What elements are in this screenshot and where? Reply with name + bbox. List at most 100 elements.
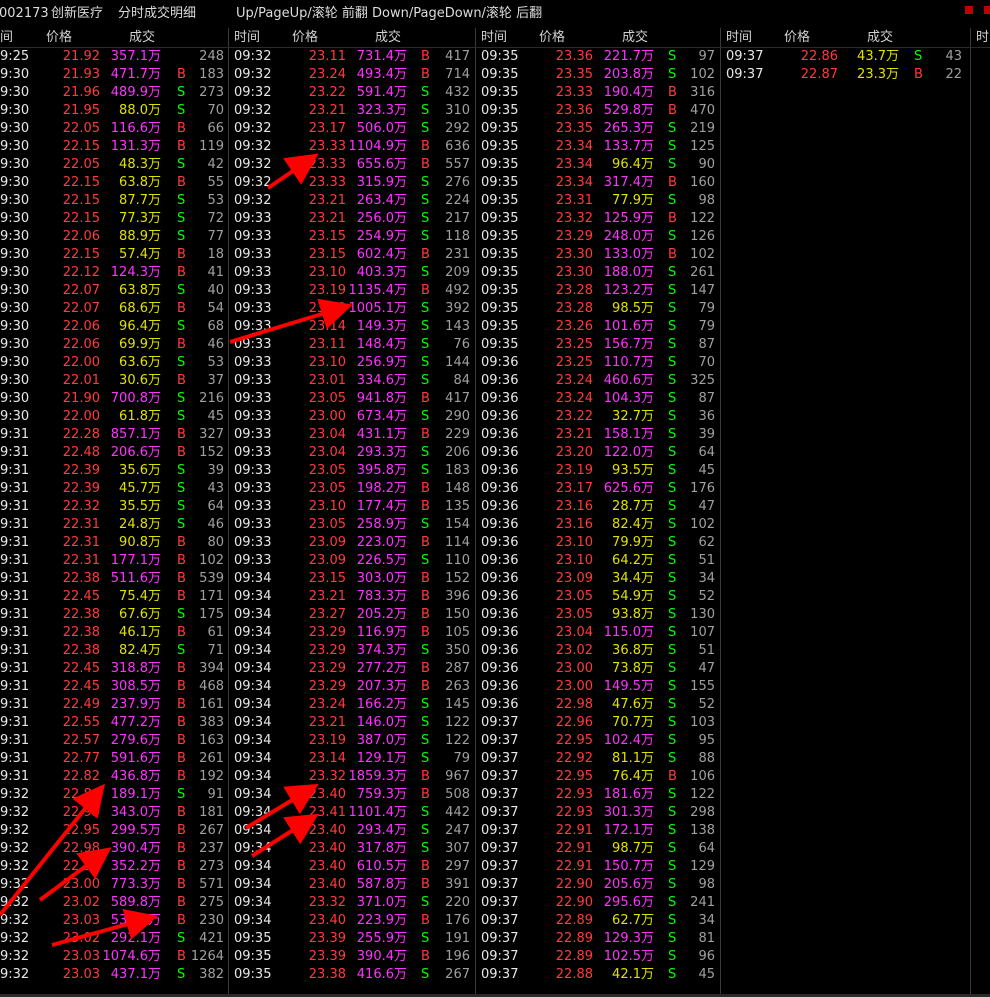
tick-row: 9:32 22.98 390.4万 B 237 <box>0 840 228 858</box>
tick-row: 09:37 22.95 102.4万 S 95 <box>475 732 720 750</box>
tick-count: 508 <box>445 787 470 802</box>
tick-time: 09:32 <box>234 193 272 208</box>
tick-time: 9:30 <box>0 157 30 172</box>
tick-volume: 46.1万 <box>119 625 161 640</box>
header-price: 价格 <box>784 30 811 45</box>
tick-count: 220 <box>445 895 470 910</box>
tick-row: 09:35 23.38 416.6万 S 267 <box>228 966 475 984</box>
tick-volume: 93.5万 <box>612 463 654 478</box>
tick-time: 09:34 <box>234 661 272 676</box>
tick-row: 9:25 21.92 357.1万 248 <box>0 48 228 66</box>
tick-count: 219 <box>690 121 715 136</box>
tick-volume: 77.3万 <box>119 211 161 226</box>
tick-count: 492 <box>445 283 470 298</box>
tick-count: 325 <box>690 373 715 388</box>
tick-row: 09:33 23.05 258.9万 S 154 <box>228 516 475 534</box>
tick-count: 62 <box>698 535 715 550</box>
tick-row: 9:31 22.38 67.6万 S 175 <box>0 606 228 624</box>
tick-count: 102 <box>199 553 224 568</box>
tick-time: 09:36 <box>481 409 519 424</box>
close-icon[interactable] <box>965 6 973 14</box>
tick-volume: 308.5万 <box>110 679 161 694</box>
tick-time: 09:36 <box>481 535 519 550</box>
tick-time: 9:31 <box>0 427 30 442</box>
tick-volume: 61.8万 <box>119 409 161 424</box>
tick-time: 9:30 <box>0 139 30 154</box>
tick-time: 09:33 <box>234 427 272 442</box>
tick-count: 119 <box>199 139 224 154</box>
tick-time: 09:33 <box>234 229 272 244</box>
tick-time: 09:35 <box>481 319 519 334</box>
tick-time: 09:36 <box>481 427 519 442</box>
tick-row: 9:31 22.48 206.6万 B 152 <box>0 444 228 462</box>
tick-time: 09:37 <box>726 49 764 64</box>
tick-count: 237 <box>199 841 224 856</box>
tick-volume: 88.9万 <box>119 229 161 244</box>
window-control-icon[interactable] <box>984 6 990 14</box>
tick-time: 09:33 <box>234 481 272 496</box>
tick-volume: 759.3万 <box>356 787 407 802</box>
tick-row: 09:32 23.17 506.0万 S 292 <box>228 120 475 138</box>
tick-row: 9:31 22.45 318.8万 B 394 <box>0 660 228 678</box>
tick-row: 09:34 23.41 1101.4万 S 442 <box>228 804 475 822</box>
tick-time: 09:34 <box>234 643 272 658</box>
tick-row: 09:36 23.04 115.0万 S 107 <box>475 624 720 642</box>
tick-time: 9:31 <box>0 499 30 514</box>
tick-row: 09:34 23.29 277.2万 B 287 <box>228 660 475 678</box>
tick-row: 9:30 22.05 116.6万 B 66 <box>0 120 228 138</box>
tick-volume: 166.2万 <box>356 697 407 712</box>
tick-row: 9:32 22.95 299.5万 B 267 <box>0 822 228 840</box>
tick-time: 9:32 <box>0 859 30 874</box>
tick-row: 09:36 23.05 93.8万 S 130 <box>475 606 720 624</box>
tick-count: 350 <box>445 643 470 658</box>
tick-count: 442 <box>445 805 470 820</box>
tick-count: 87 <box>698 337 715 352</box>
tick-row: 09:33 23.21 256.0万 S 217 <box>228 210 475 228</box>
tick-row: 09:33 23.15 254.9万 S 118 <box>228 228 475 246</box>
tick-volume: 123.2万 <box>603 283 654 298</box>
tick-volume: 35.6万 <box>119 463 161 478</box>
tick-count: 51 <box>698 643 715 658</box>
tick-time: 09:33 <box>234 265 272 280</box>
tick-row: 9:32 23.00 773.3万 B 571 <box>0 876 228 894</box>
tick-row: 9:31 22.31 24.8万 S 46 <box>0 516 228 534</box>
header-time: 时 <box>976 30 990 45</box>
tick-row: 09:36 23.24 460.6万 S 325 <box>475 372 720 390</box>
tick-count: 106 <box>690 769 715 784</box>
tick-count: 90 <box>698 157 715 172</box>
tick-count: 39 <box>698 427 715 442</box>
tick-row: 9:30 22.15 57.4万 B 18 <box>0 246 228 264</box>
tick-row: 09:34 23.14 129.1万 S 79 <box>228 750 475 768</box>
tick-row: 9:30 22.00 61.8万 S 45 <box>0 408 228 426</box>
tick-time: 09:34 <box>234 805 272 820</box>
tick-time: 09:37 <box>481 715 519 730</box>
tick-time: 09:34 <box>234 787 272 802</box>
tick-row: 09:34 23.29 116.9万 B 105 <box>228 624 475 642</box>
tick-row: 09:35 23.36 529.8万 B 470 <box>475 102 720 120</box>
tick-volume: 82.4万 <box>119 643 161 658</box>
tick-row: 9:30 22.15 131.3万 B 119 <box>0 138 228 156</box>
tick-count: 80 <box>207 535 224 550</box>
tick-volume: 149.5万 <box>603 679 654 694</box>
tick-count: 183 <box>199 67 224 82</box>
tick-volume: 265.3万 <box>603 121 654 136</box>
tick-time: 09:32 <box>234 139 272 154</box>
tick-time: 09:33 <box>234 463 272 478</box>
tick-time: 9:32 <box>0 913 30 928</box>
tick-count: 144 <box>445 355 470 370</box>
tick-detail-grid: 间价格 成交 9:25 21.92 357.1万 248 9:30 21.93 471.7万 B 1… <box>0 28 990 994</box>
tick-volume: 1135.4万 <box>348 283 408 298</box>
tick-count: 261 <box>690 265 715 280</box>
tick-time: 9:31 <box>0 715 30 730</box>
tick-volume: 263.4万 <box>356 193 407 208</box>
tick-time: 9:31 <box>0 769 30 784</box>
tick-time: 9:30 <box>0 67 30 82</box>
tick-volume: 783.3万 <box>356 589 407 604</box>
column-header: 时间 价格 成交 <box>720 28 970 48</box>
tick-row: 9:30 21.95 88.0万 S 70 <box>0 102 228 120</box>
tick-count: 114 <box>445 535 470 550</box>
tick-count: 45 <box>698 967 715 982</box>
tick-time: 09:34 <box>234 697 272 712</box>
tick-time: 09:33 <box>234 445 272 460</box>
tick-row: 9:31 22.38 511.6万 B 539 <box>0 570 228 588</box>
